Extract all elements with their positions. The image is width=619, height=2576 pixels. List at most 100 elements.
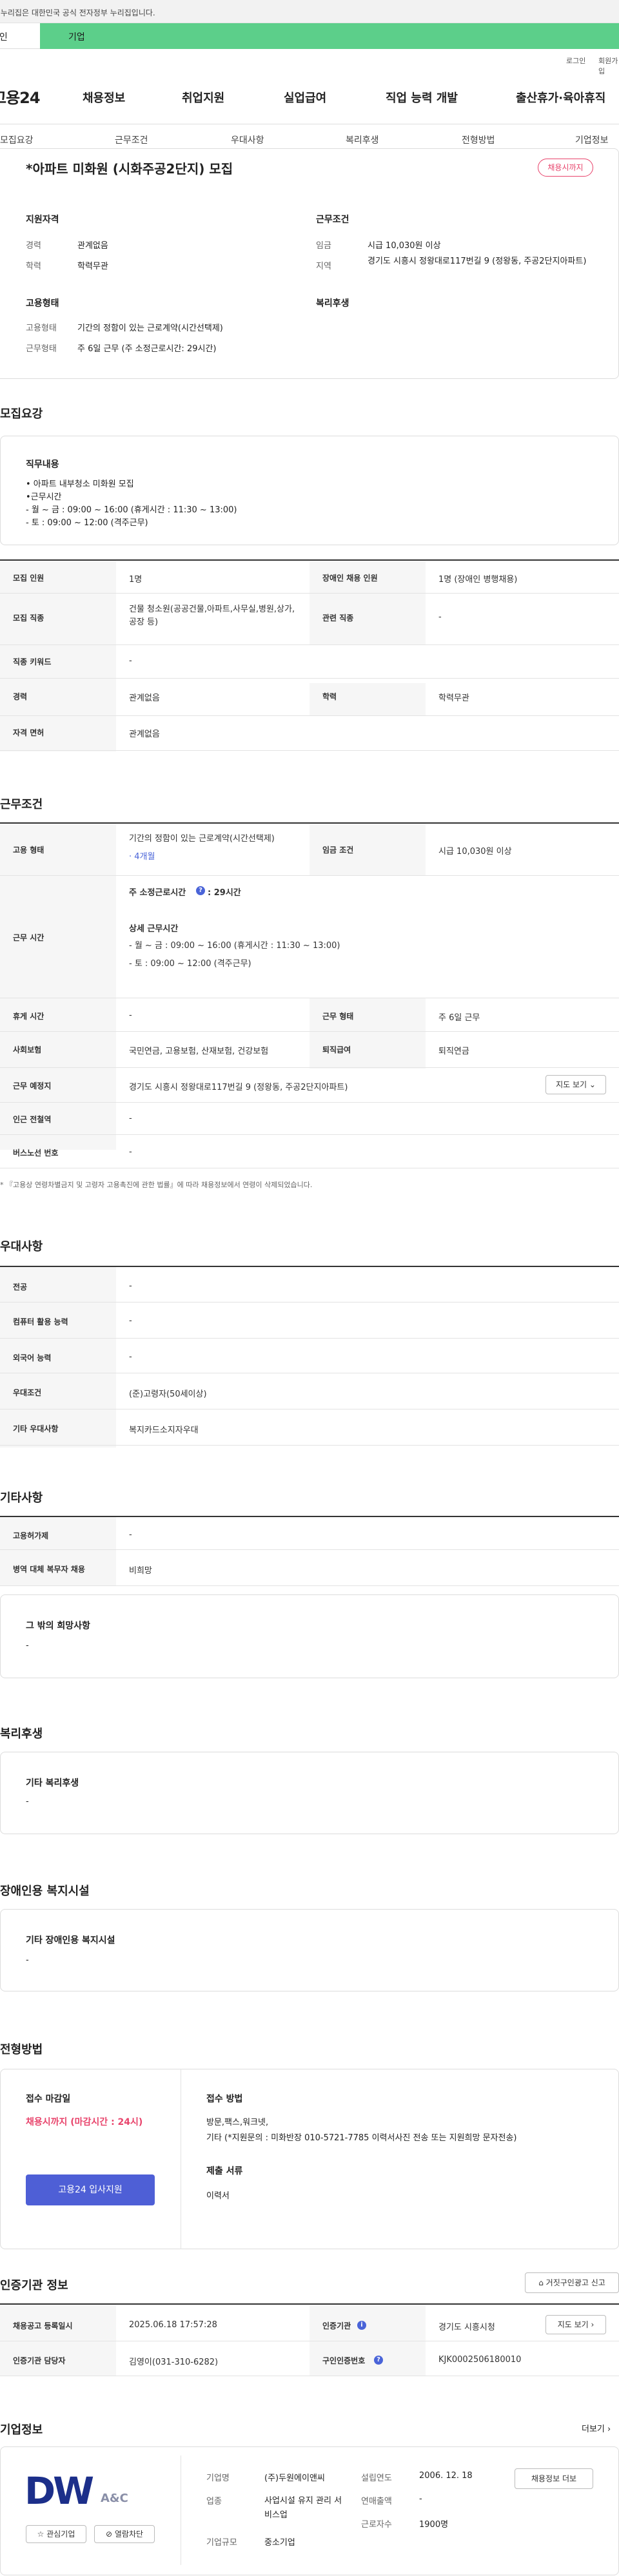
star-icon: ☆ (37, 2530, 44, 2539)
cond-value: 시급 10,030원 이상 (368, 241, 441, 251)
table-label: 인증기관 담당자 (13, 2356, 66, 2365)
table-value: 경기도 시흥시 정왕대로117번길 9 (정왕동, 주공2단지아파트) (129, 1083, 348, 1092)
company-info-label: 연매출액 (361, 2497, 392, 2506)
duty-card (0, 436, 619, 545)
table-value: - (129, 1316, 132, 1326)
favorite-company-button[interactable]: ☆ 관심기업 (26, 2525, 86, 2543)
emp-value: 기간의 정함이 있는 근로계약(시간선택제) (77, 324, 223, 333)
qual-title: 지원자격 (26, 215, 59, 225)
cond-label: 임금 (316, 241, 331, 251)
table-divider (0, 750, 619, 751)
tab-company[interactable]: 기업 (40, 23, 619, 49)
table-label: 버스노선 번호 (13, 1148, 59, 1157)
subnav-pref[interactable]: 우대사항 (231, 133, 264, 146)
table-value: - (129, 1281, 132, 1291)
company-logo-mark: DW (25, 2469, 94, 2513)
table-label: 직종 키워드 (13, 657, 52, 666)
company-info-label: 기업명 (206, 2474, 230, 2483)
table-label: 외국어 능력 (13, 1353, 52, 1362)
table-value: 상세 근무시간 (129, 924, 179, 934)
company-info-label: 업종 (206, 2497, 222, 2506)
section-title-company: 기업정보 (0, 2423, 43, 2437)
table-value: 관계없음 (129, 693, 160, 703)
other-card (0, 1594, 619, 1678)
table-label: 구인인증번호 (322, 2356, 366, 2365)
section-title-workcond: 근무조건 (0, 798, 43, 811)
table-label-col (0, 824, 116, 1150)
company-info-value: 1900명 (419, 2520, 449, 2530)
table-label: 근무 형태 (322, 1012, 354, 1021)
table-divider (0, 678, 619, 679)
emp-label: 고용형태 (26, 324, 57, 333)
chevron-right-icon: › (607, 2425, 611, 2434)
table-value: 경기도 시흥시청 (438, 2323, 495, 2332)
help-icon[interactable]: ? (374, 2356, 383, 2365)
company-info-value: 2006. 12. 18 (419, 2471, 473, 2481)
emp-label: 근무형태 (26, 344, 57, 354)
table-divider (0, 1067, 619, 1068)
deadline-value: 채용시까지 (마감시간 : 24시) (26, 2117, 143, 2127)
chevron-right-icon: › (591, 2320, 594, 2329)
subnav-workcond[interactable]: 근무조건 (115, 133, 148, 146)
qual-label: 학력 (26, 262, 41, 271)
nav-employment-support[interactable]: 취업지원 (182, 89, 224, 106)
table-value: 비희망 (129, 1566, 152, 1576)
subnav-screening[interactable]: 전형방법 (462, 133, 495, 146)
company-logo-sub: A&C (101, 2492, 128, 2505)
apply-button[interactable]: 고용24 입사지원 (26, 2174, 155, 2205)
agency-map-button[interactable]: 지도 보기 › (545, 2315, 606, 2334)
table-value: - (129, 1352, 132, 1362)
subnav-company[interactable]: 기업정보 (575, 133, 609, 146)
other-value: - (26, 1641, 29, 1651)
nav-unemployment[interactable]: 실업급여 (284, 89, 326, 106)
table-divider (0, 715, 619, 716)
table-value: - (129, 1114, 132, 1123)
welfare-card (0, 1752, 619, 1834)
age-note: * 『고용상 연령차별금지 및 고령자 고용촉진에 관한 법률』에 따라 채용정… (0, 1181, 313, 1189)
duty-line: •근무시간 (26, 492, 62, 502)
company-more-link[interactable]: 더보기 › (582, 2422, 611, 2434)
table-label: 경력 (13, 692, 28, 701)
duty-line: - 토 : 09:00 ~ 12:00 (격주근무) (26, 518, 148, 528)
nav-jobs[interactable]: 채용정보 (83, 89, 125, 106)
cond-title: 근무조건 (316, 215, 349, 225)
table-label: 컴퓨터 활용 능력 (13, 1317, 68, 1326)
table-label: 자격 면허 (13, 728, 44, 737)
tab-personal[interactable]: 개인 (0, 23, 39, 49)
table-label: 장애인 채용 인원 (322, 574, 378, 583)
table-value: KJK0002506180010 (438, 2355, 522, 2365)
nav-training[interactable]: 직업 능력 개발 (386, 89, 458, 106)
disabled-box-value: - (26, 1955, 29, 1965)
table-divider (0, 593, 619, 594)
map-button[interactable]: 지도 보기 ⌄ (545, 1075, 606, 1094)
table-label: 병역 대체 복무자 채용 (13, 1565, 85, 1574)
help-icon[interactable]: ? (196, 886, 205, 895)
nav-parental-leave[interactable]: 출산휴가·육아휴직 (516, 89, 605, 106)
table-label: 퇴직급여 (322, 1045, 351, 1054)
block-company-button[interactable]: ⊘ 열람차단 (94, 2525, 155, 2543)
subnav-recruit[interactable]: 모집요강 (0, 133, 34, 146)
company-jobs-button[interactable]: 채용정보 더보 (515, 2468, 593, 2489)
table-value: 복지카드소지자우대 (129, 1426, 199, 1435)
table-value: 국민연금, 고용보험, 산재보험, 건강보험 (129, 1047, 269, 1056)
qual-value: 학력무관 (77, 262, 108, 271)
emp-title: 고용형태 (26, 298, 59, 309)
subnav-welfare[interactable]: 복리후생 (346, 133, 379, 146)
help-icon[interactable]: i (357, 2321, 366, 2330)
table-label: 채용공고 등록일시 (13, 2321, 73, 2330)
section-title-pref: 우대사항 (0, 1240, 43, 1254)
table-value: : 29시간 (208, 888, 241, 898)
method-line: 방문,팩스,워크넷, (206, 2118, 269, 2127)
disabled-card (0, 1909, 619, 1991)
site-logo[interactable]: 고용24 (0, 85, 41, 108)
company-info-value: 사업시설 유지 관리 서비스업 (264, 2496, 342, 2520)
chevron-down-icon: ⌄ (589, 1080, 596, 1089)
signup-link[interactable]: 회원가입 (598, 55, 619, 76)
report-button[interactable]: ⌂ 거짓구인광고 신고 (525, 2272, 619, 2293)
table-value: 주 6일 근무 (438, 1013, 480, 1023)
company-logo: DW A&C (25, 2468, 128, 2513)
table-label: 우대조건 (13, 1388, 42, 1397)
method-title: 접수 방법 (206, 2094, 243, 2104)
login-link[interactable]: 로그인 (566, 55, 585, 66)
welfare-box-title: 기타 복리후생 (26, 1778, 79, 1788)
